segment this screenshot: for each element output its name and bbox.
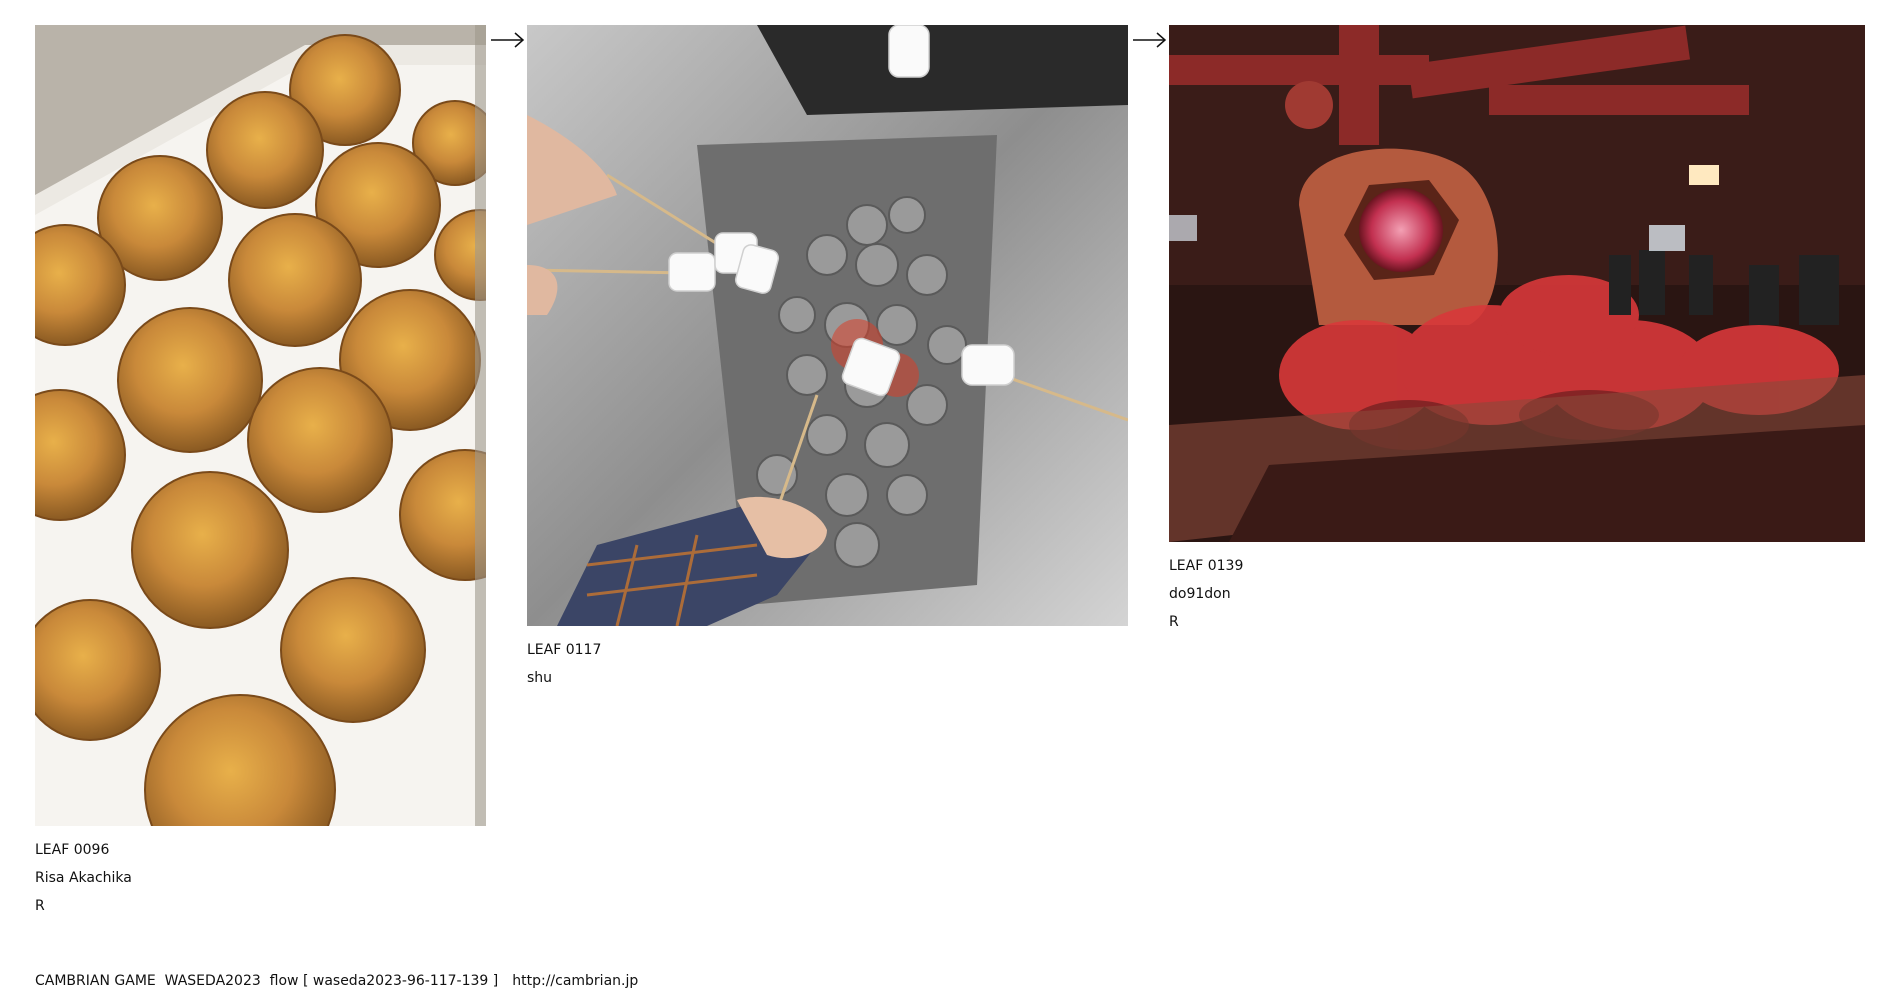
footer: CAMBRIAN GAME WASEDA2023 flow [ waseda20… bbox=[35, 973, 652, 989]
leaf-photo-marshmallows[interactable] bbox=[527, 25, 1128, 626]
leaf-mark[interactable]: R bbox=[35, 892, 486, 920]
leaf-photo-takoyaki[interactable] bbox=[35, 25, 486, 826]
leaf-author[interactable]: Risa Akachika bbox=[35, 864, 486, 892]
arrow-right-icon bbox=[1133, 32, 1167, 48]
leaf-card-0096: LEAF 0096 Risa Akachika R bbox=[35, 25, 486, 920]
leaf-caption: LEAF 0096 Risa Akachika R bbox=[35, 836, 486, 920]
leaf-number: LEAF 0139 bbox=[1169, 558, 1244, 574]
leaf-caption: LEAF 0139 do91don R bbox=[1169, 552, 1865, 636]
leaf-number: LEAF 0096 bbox=[35, 842, 110, 858]
leaf-card-0117: LEAF 0117 shu bbox=[527, 25, 1128, 692]
page: LEAF 0096 Risa Akachika R LEAF 0117 shu … bbox=[0, 0, 1897, 1007]
leaf-number: LEAF 0117 bbox=[527, 642, 602, 658]
footer-url-link[interactable]: http://cambrian.jp bbox=[512, 973, 638, 989]
leaf-caption: LEAF 0117 shu bbox=[527, 636, 1128, 692]
leaf-author[interactable]: shu bbox=[527, 664, 1128, 692]
arrow-right-icon bbox=[491, 32, 525, 48]
leaf-mark[interactable]: R bbox=[1169, 608, 1865, 636]
leaf-card-0139: LEAF 0139 do91don R bbox=[1169, 25, 1865, 636]
leaf-author[interactable]: do91don bbox=[1169, 580, 1865, 608]
leaf-photo-exhibit[interactable] bbox=[1169, 25, 1865, 542]
footer-title: CAMBRIAN GAME WASEDA2023 flow [ waseda20… bbox=[35, 973, 499, 989]
